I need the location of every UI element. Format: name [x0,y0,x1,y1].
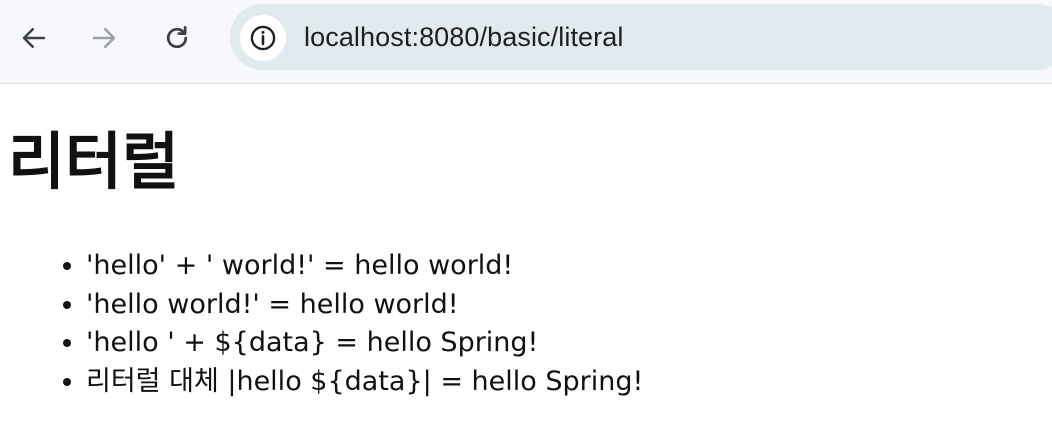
list-item: 'hello world!' = hello world! [86,286,643,325]
site-info-button[interactable] [240,15,286,61]
back-button[interactable] [12,16,56,60]
address-bar[interactable]: localhost:8080/basic/literal [230,4,1052,70]
reload-icon [166,26,188,49]
literal-list: 'hello' + ' world!' = hello world! 'hell… [0,247,643,401]
url-text[interactable]: localhost:8080/basic/literal [304,21,623,53]
list-item: 'hello ' + ${data} = hello Spring! [86,324,643,363]
list-item: 리터럴 대체 |hello ${data}| = hello Spring! [86,363,643,402]
info-circle-icon [250,25,276,51]
forward-button[interactable] [82,16,126,60]
browser-toolbar: localhost:8080/basic/literal [0,0,1052,84]
reload-button[interactable] [155,16,199,60]
arrow-right-icon [92,28,116,48]
page-title: 리터럴 [8,125,180,198]
arrow-left-icon [22,28,46,48]
list-item: 'hello' + ' world!' = hello world! [86,247,643,286]
